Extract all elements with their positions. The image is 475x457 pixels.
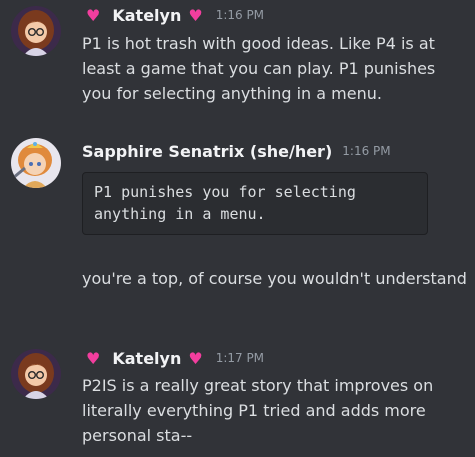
heart-icon: ♥ [86, 348, 101, 368]
avatar-katelyn[interactable] [11, 349, 61, 399]
author-name[interactable]: Katelyn [112, 349, 181, 368]
author-name[interactable]: Sapphire Senatrix (she/her) [82, 142, 332, 161]
avatar-katelyn[interactable] [11, 6, 61, 56]
timestamp[interactable]: 1:16 PM [342, 144, 390, 158]
message-text: P2IS is a really great story that improv… [82, 376, 434, 445]
timestamp[interactable]: 1:17 PM [216, 351, 264, 365]
heart-icon: ♥ [188, 5, 203, 25]
code-block-quote: P1 punishes you for selecting anything i… [82, 172, 428, 235]
message-text: you're a top, of course you wouldn't und… [82, 269, 467, 288]
author-name[interactable]: Katelyn [112, 6, 181, 25]
message-text: P1 is hot trash with good ideas. Like P4… [82, 34, 436, 103]
heart-icon: ♥ [188, 348, 203, 368]
heart-icon: ♥ [86, 5, 101, 25]
timestamp[interactable]: 1:16 PM [216, 8, 264, 22]
avatar-sapphire[interactable] [11, 138, 61, 188]
